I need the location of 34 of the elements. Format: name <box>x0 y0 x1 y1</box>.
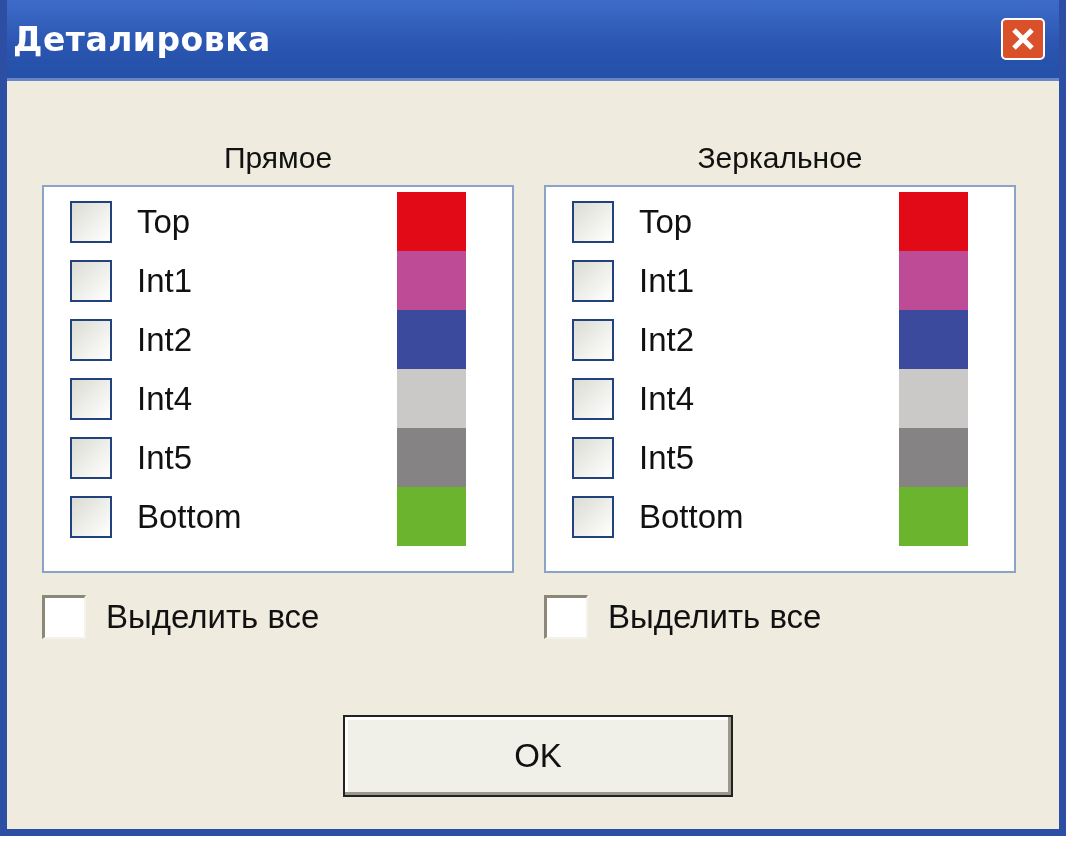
checkbox[interactable] <box>572 200 614 243</box>
layer-label: Int2 <box>137 320 194 359</box>
checkbox-label: Выделить все <box>106 598 320 636</box>
checkbox[interactable] <box>572 259 614 302</box>
close-button[interactable] <box>1001 18 1045 60</box>
layer-label: Int5 <box>137 438 194 477</box>
layer-label: Int1 <box>639 261 696 300</box>
checkbox-label: Выделить все <box>608 598 822 636</box>
ok-button[interactable]: OK <box>343 715 733 797</box>
checkbox[interactable] <box>70 495 112 538</box>
checkbox[interactable] <box>42 595 86 639</box>
checkbox[interactable] <box>70 200 112 243</box>
layer-label: Int4 <box>137 379 194 418</box>
close-icon <box>1010 26 1036 52</box>
checkbox[interactable] <box>70 436 112 479</box>
layer-label: Bottom <box>137 497 243 536</box>
checkbox[interactable] <box>70 318 112 361</box>
group-heading: Зеркальное <box>696 141 864 175</box>
checkbox[interactable] <box>544 595 588 639</box>
group-heading: Прямое <box>222 141 334 175</box>
layer-label: Int5 <box>639 438 696 477</box>
layer-label: Int1 <box>137 261 194 300</box>
checkbox[interactable] <box>572 318 614 361</box>
checkbox[interactable] <box>572 436 614 479</box>
layer-label: Top <box>639 202 694 241</box>
layer-label: Bottom <box>639 497 745 536</box>
checkbox[interactable] <box>70 377 112 420</box>
checkbox[interactable] <box>572 495 614 538</box>
checkbox[interactable] <box>572 377 614 420</box>
window-title: Деталировка <box>13 19 271 59</box>
layer-label: Int4 <box>639 379 696 418</box>
layer-label: Top <box>137 202 192 241</box>
layer-label: Int2 <box>639 320 696 359</box>
checkbox[interactable] <box>70 259 112 302</box>
